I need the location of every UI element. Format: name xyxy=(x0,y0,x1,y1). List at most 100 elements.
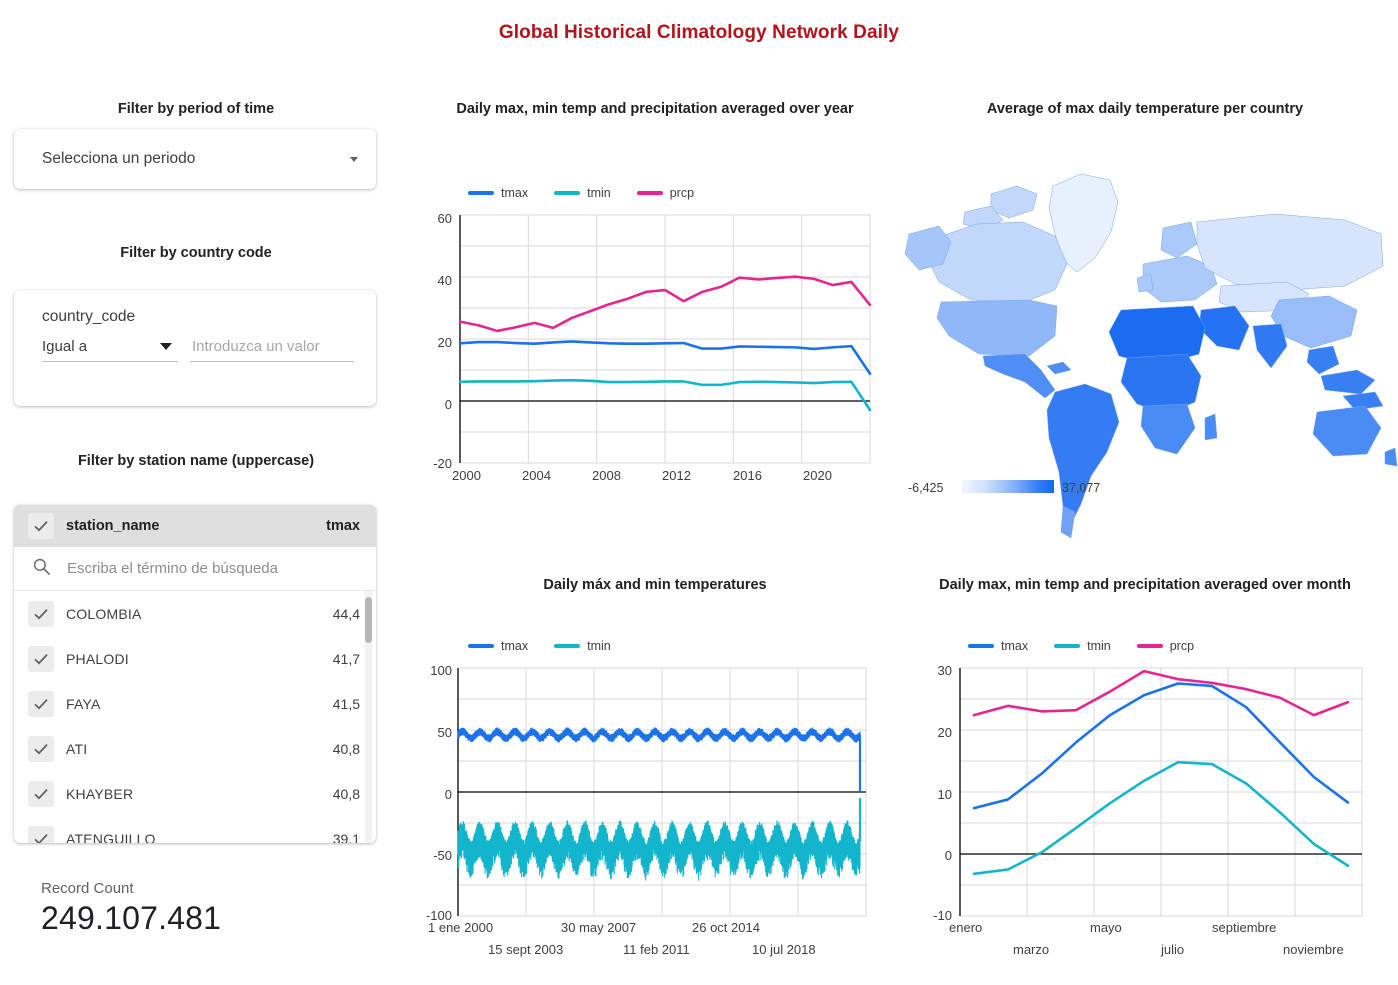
yearly-xtick: 2016 xyxy=(733,468,762,483)
yearly-xtick: 2004 xyxy=(522,468,551,483)
list-item[interactable]: ATI 40,8 xyxy=(14,726,376,771)
station-tmax: 39,1 xyxy=(332,830,360,844)
legend-item-tmax[interactable]: tmax xyxy=(968,639,1028,653)
daily-xtick: 1 ene 2000 xyxy=(428,920,494,935)
station-tmax: 40,8 xyxy=(332,740,360,757)
legend-label-tmin: tmin xyxy=(1087,639,1111,653)
station-name: FAYA xyxy=(66,695,101,712)
yearly-ytick: 0 xyxy=(444,397,452,412)
period-selected-value: Selecciona un periodo xyxy=(42,150,196,167)
legend-swatch-tmax xyxy=(468,644,494,648)
check-icon[interactable] xyxy=(28,513,54,539)
monthly-xtick: septiembre xyxy=(1212,920,1277,935)
station-name: KHAYBER xyxy=(66,785,134,802)
monthly-ytick: 30 xyxy=(937,663,952,678)
check-icon[interactable] xyxy=(28,690,54,717)
daily-xtick: 15 sept 2003 xyxy=(488,942,564,957)
list-item[interactable]: PHALODI 41,7 xyxy=(14,636,376,681)
legend-item-prcp[interactable]: prcp xyxy=(636,186,695,200)
station-name: PHALODI xyxy=(66,650,129,667)
station-name: ATENGUILLO xyxy=(66,830,156,844)
monthly-ytick: 0 xyxy=(944,848,952,863)
legend-label-prcp: prcp xyxy=(669,186,695,200)
station-list-header[interactable]: station_name tmax xyxy=(14,505,376,547)
period-filter-dropdown[interactable]: Selecciona un periodo xyxy=(14,129,376,189)
list-item[interactable]: FAYA 41,5 xyxy=(14,681,376,726)
yearly-chart-plot xyxy=(458,214,872,464)
legend-label-prcp: prcp xyxy=(1169,639,1195,653)
monthly-xtick: enero xyxy=(949,920,983,935)
daily-chart-title: Daily máx and min temperatures xyxy=(543,577,767,593)
country-operator-value: Igual a xyxy=(42,338,88,355)
legend-label-tmax: tmax xyxy=(501,639,529,653)
map-legend-gradient xyxy=(962,480,1054,493)
legend-item-tmax[interactable]: tmax xyxy=(468,639,528,653)
check-icon[interactable] xyxy=(28,825,54,843)
legend-label-tmax: tmax xyxy=(501,186,529,200)
yearly-xtick: 2012 xyxy=(662,468,691,483)
tmax-column-header: tmax xyxy=(326,518,360,534)
country-filter-card: country_code Igual a xyxy=(14,290,376,406)
legend-item-tmin[interactable]: tmin xyxy=(554,639,611,653)
monthly-ytick: 20 xyxy=(937,725,952,740)
yearly-xtick: 2000 xyxy=(452,468,481,483)
station-scrollbar-thumb[interactable] xyxy=(365,597,372,643)
record-count-label: Record Count xyxy=(41,880,134,897)
yearly-xtick: 2020 xyxy=(803,468,832,483)
check-icon[interactable] xyxy=(28,645,54,672)
daily-xtick: 30 may 2007 xyxy=(561,920,637,935)
check-icon[interactable] xyxy=(28,780,54,807)
country-value-input[interactable] xyxy=(190,338,354,362)
period-filter-heading: Filter by period of time xyxy=(117,101,275,117)
legend-item-tmax[interactable]: tmax xyxy=(468,186,528,200)
search-icon xyxy=(32,557,51,581)
country-operator-select[interactable]: Igual a xyxy=(42,338,178,362)
world-map-choropleth[interactable] xyxy=(904,160,1398,539)
station-tmax: 41,7 xyxy=(332,650,360,667)
station-name-column-header: station_name xyxy=(66,518,160,534)
monthly-chart-plot xyxy=(959,667,1363,917)
daily-xtick: 11 feb 2011 xyxy=(623,942,690,957)
monthly-ytick: 10 xyxy=(937,787,952,802)
daily-ytick: 100 xyxy=(430,663,452,678)
yearly-ytick: 60 xyxy=(437,211,452,226)
map-legend-min: -6,425 xyxy=(908,481,944,495)
station-tmax: 40,8 xyxy=(332,785,360,802)
yearly-ytick: 20 xyxy=(437,335,452,350)
monthly-chart-title: Daily max, min temp and precipitation av… xyxy=(939,577,1351,593)
legend-swatch-tmin xyxy=(554,644,581,648)
yearly-ytick: -20 xyxy=(433,456,452,471)
legend-item-tmin[interactable]: tmin xyxy=(1054,639,1111,653)
yearly-chart-title: Daily max, min temp and precipitation av… xyxy=(456,101,854,117)
monthly-xtick: noviembre xyxy=(1283,942,1344,957)
monthly-xtick: marzo xyxy=(1013,942,1050,957)
yearly-xtick: 2008 xyxy=(592,468,621,483)
daily-xtick: 26 oct 2014 xyxy=(692,920,760,935)
legend-label-tmax: tmax xyxy=(1001,639,1029,653)
page-title: Global Historical Climatology Network Da… xyxy=(498,22,900,43)
list-item[interactable]: KHAYBER 40,8 xyxy=(14,771,376,816)
station-filter-list: station_name tmax Escriba el término de … xyxy=(14,505,376,843)
daily-chart-legend: tmax tmin xyxy=(468,639,611,653)
map-chart-title: Average of max daily temperature per cou… xyxy=(986,101,1304,117)
list-item[interactable]: ATENGUILLO 39,1 xyxy=(14,816,376,843)
check-icon[interactable] xyxy=(28,735,54,762)
daily-xtick: 10 jul 2018 xyxy=(752,942,816,957)
dashboard-page: Global Historical Climatology Network Da… xyxy=(0,0,1398,985)
station-filter-heading: Filter by station name (uppercase) xyxy=(77,453,315,469)
yearly-ytick: 40 xyxy=(437,273,452,288)
country-code-field-label: country_code xyxy=(42,308,136,325)
legend-item-prcp[interactable]: prcp xyxy=(1136,639,1195,653)
daily-ytick: 0 xyxy=(444,787,452,802)
daily-ytick: 50 xyxy=(437,725,452,740)
check-icon[interactable] xyxy=(28,600,54,627)
station-tmax: 44,4 xyxy=(332,605,360,622)
list-item[interactable]: COLOMBIA 44,4 xyxy=(14,591,376,636)
station-search-row[interactable]: Escriba el término de búsqueda xyxy=(14,547,376,591)
legend-swatch-tmin xyxy=(554,191,581,195)
monthly-xtick: julio xyxy=(1161,942,1185,957)
legend-item-tmin[interactable]: tmin xyxy=(554,186,611,200)
legend-label-tmin: tmin xyxy=(587,186,611,200)
monthly-chart-legend: tmax tmin prcp xyxy=(968,639,1194,653)
legend-swatch-prcp xyxy=(636,191,663,195)
